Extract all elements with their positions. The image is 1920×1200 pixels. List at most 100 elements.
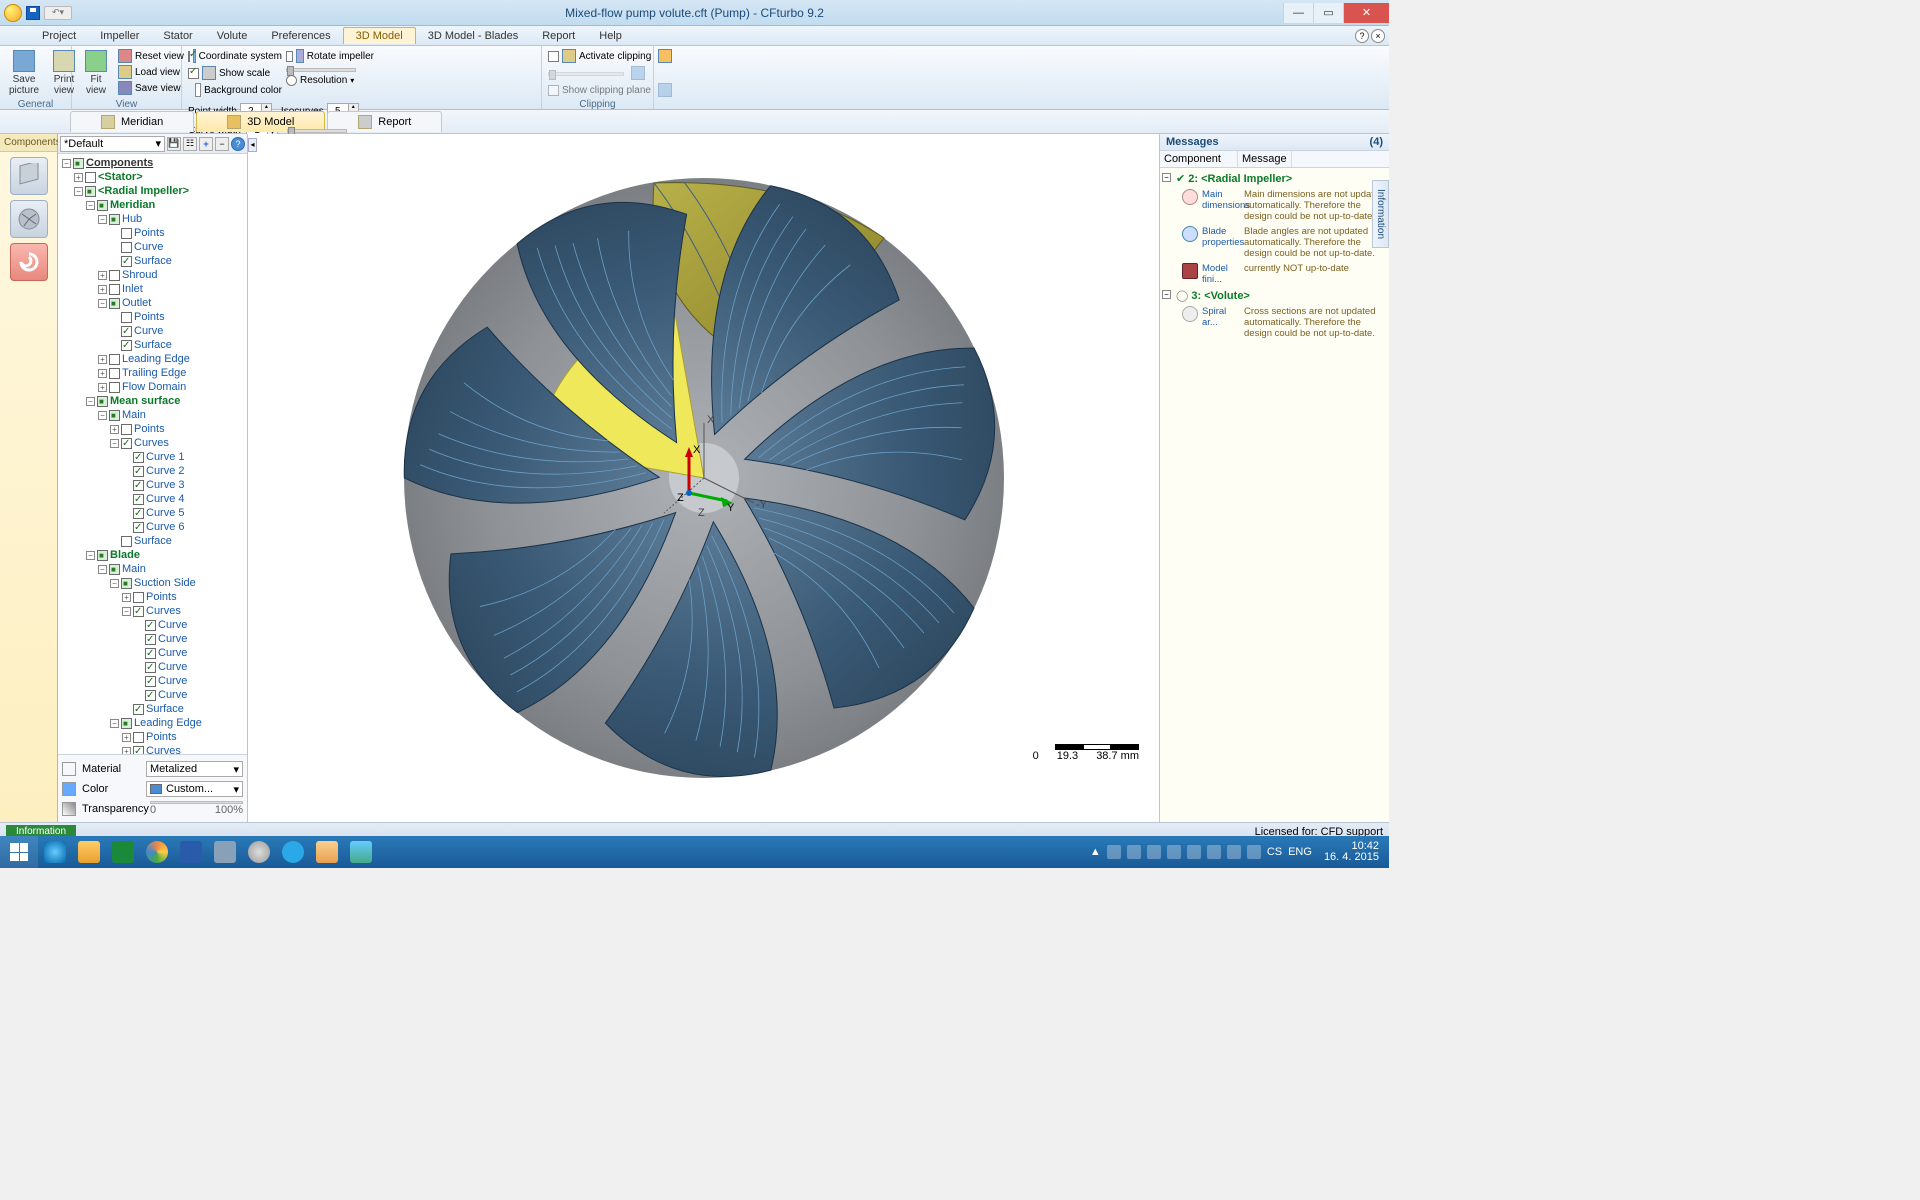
component-volute-button[interactable] [10,243,48,281]
background-color-button[interactable]: Background color [188,82,282,98]
close-tab-icon[interactable]: × [1371,29,1385,43]
msg-expand-icon[interactable]: − [1162,290,1171,299]
information-side-tab[interactable]: Information [1372,180,1389,248]
error-icon [1182,263,1198,279]
menu-volute[interactable]: Volute [205,28,260,44]
message-row[interactable]: Blade propertiesBlade angles are not upd… [1162,224,1387,261]
save-picture-icon [13,50,35,72]
taskbar-skype-icon[interactable] [276,836,310,868]
taskbar-ie-icon[interactable] [38,836,72,868]
transparency-slider[interactable]: 0100% [150,801,243,816]
taskbar-chrome-icon[interactable] [140,836,174,868]
clipping-slider[interactable] [548,72,624,76]
tree-save-preset-icon[interactable]: 💾 [167,137,181,151]
menu-bar: Project Impeller Stator Volute Preferenc… [0,26,1389,46]
reset-view-icon [118,49,132,63]
clipping-plane-icon [658,83,672,97]
fit-view-button[interactable]: Fit view [78,48,114,98]
tray-icon[interactable] [1107,845,1121,859]
material-combo[interactable]: Metalized▾ [146,761,243,777]
taskbar-word-icon[interactable] [174,836,208,868]
menu-report[interactable]: Report [530,28,587,44]
tray-lang1[interactable]: CS [1267,846,1282,858]
menu-project[interactable]: Project [30,28,88,44]
viewport-3d[interactable]: ◂ [248,134,1159,822]
component-impeller-button[interactable] [10,200,48,238]
start-button[interactable] [0,836,38,868]
scale-bar: 019.338.7 mm [1033,744,1139,762]
tray-lang2[interactable]: ENG [1288,846,1312,858]
messages-title: Messages [1166,136,1219,148]
tray-icon[interactable] [1187,845,1201,859]
isocurves-slider[interactable] [287,129,347,133]
menu-3d-model-blades[interactable]: 3D Model - Blades [416,28,531,44]
axis-gizmo: X Y Z [669,443,739,513]
tray-icon[interactable] [1147,845,1161,859]
tray-icon[interactable] [1167,845,1181,859]
collapse-tree-button[interactable]: ◂ [248,138,257,152]
color-label: Color [82,783,140,795]
save-picture-button[interactable]: Save picture [6,48,42,98]
message-row[interactable]: Main dimensionsMain dimensions are not u… [1162,187,1387,224]
components-sidebar-title: Components [0,134,57,152]
tray-network-icon[interactable] [1227,845,1241,859]
menu-stator[interactable]: Stator [151,28,204,44]
resolution-radio[interactable] [286,75,297,86]
rotate-speed-slider[interactable] [286,68,356,72]
rotate-impeller-checkbox[interactable] [286,51,293,62]
qat-undo-icon[interactable]: ↶▾ [44,6,72,20]
menu-impeller[interactable]: Impeller [88,28,151,44]
color-combo[interactable]: Custom...▾ [146,781,243,797]
tray-icon[interactable] [1207,845,1221,859]
preset-combo[interactable]: *Default▾ [60,136,165,152]
taskbar-app1-icon[interactable] [208,836,242,868]
tray-volume-icon[interactable] [1247,845,1261,859]
taskbar-paint-icon[interactable] [310,836,344,868]
tree-remove-icon[interactable]: − [215,137,229,151]
coord-system-checkbox[interactable] [188,51,190,62]
show-scale-checkbox[interactable] [188,68,199,79]
view-tabs: Meridian 3D Model Report [0,110,1389,134]
material-icon [62,762,76,776]
taskbar-cfturbo-icon[interactable] [242,836,276,868]
load-view-button[interactable]: Load view [118,64,184,80]
message-row[interactable]: Spiral ar...Cross sections are not updat… [1162,304,1387,341]
app-logo-icon [4,4,22,22]
messages-list[interactable]: −✔ 2: <Radial Impeller> Main dimensionsM… [1160,168,1389,822]
msg-node-icon: ✔ [1176,173,1185,185]
messages-col-component: Component [1160,151,1238,167]
tray-show-hidden-icon[interactable]: ▲ [1090,846,1101,858]
qat-save-icon[interactable] [26,6,40,20]
component-stator-button[interactable] [10,157,48,195]
message-row[interactable]: Model fini...currently NOT up-to-date [1162,261,1387,287]
reset-view-button[interactable]: Reset view [118,48,184,64]
activate-clipping-checkbox[interactable] [548,51,559,62]
tree-tool1-icon[interactable]: ☷ [183,137,197,151]
tree-add-icon[interactable]: + [199,137,213,151]
menu-preferences[interactable]: Preferences [259,28,342,44]
msg-expand-icon[interactable]: − [1162,173,1171,182]
taskbar-store-icon[interactable] [106,836,140,868]
tray-icon[interactable] [1127,845,1141,859]
transparency-icon [62,802,76,816]
clipping-reset-icon[interactable] [658,49,672,63]
taskbar-explorer-icon[interactable] [72,836,106,868]
maximize-button[interactable]: ▭ [1313,3,1343,23]
close-button[interactable]: ✕ [1343,3,1389,23]
windows-taskbar: ▲ CS ENG 10:4216. 4. 2015 [0,836,1389,868]
minimize-button[interactable]: — [1283,3,1313,23]
tab-meridian[interactable]: Meridian [70,111,194,132]
show-clipping-plane-checkbox [548,85,559,96]
color-icon [62,782,76,796]
help-icon[interactable]: ? [1355,29,1369,43]
tree-help-icon[interactable]: ? [231,137,245,151]
taskbar-photos-icon[interactable] [344,836,378,868]
save-view-button[interactable]: Save view [118,80,184,96]
background-color-icon [195,83,201,97]
menu-help[interactable]: Help [587,28,634,44]
model-tree[interactable]: −Components +<Stator> −<Radial Impeller>… [58,154,247,754]
tray-clock[interactable]: 10:4216. 4. 2015 [1318,841,1385,863]
menu-3d-model[interactable]: 3D Model [343,27,416,44]
appearance-panel: MaterialMetalized▾ ColorCustom...▾ Trans… [58,754,247,822]
model-tree-pane: *Default▾ 💾 ☷ + − ? −Components +<Stator… [58,134,248,822]
